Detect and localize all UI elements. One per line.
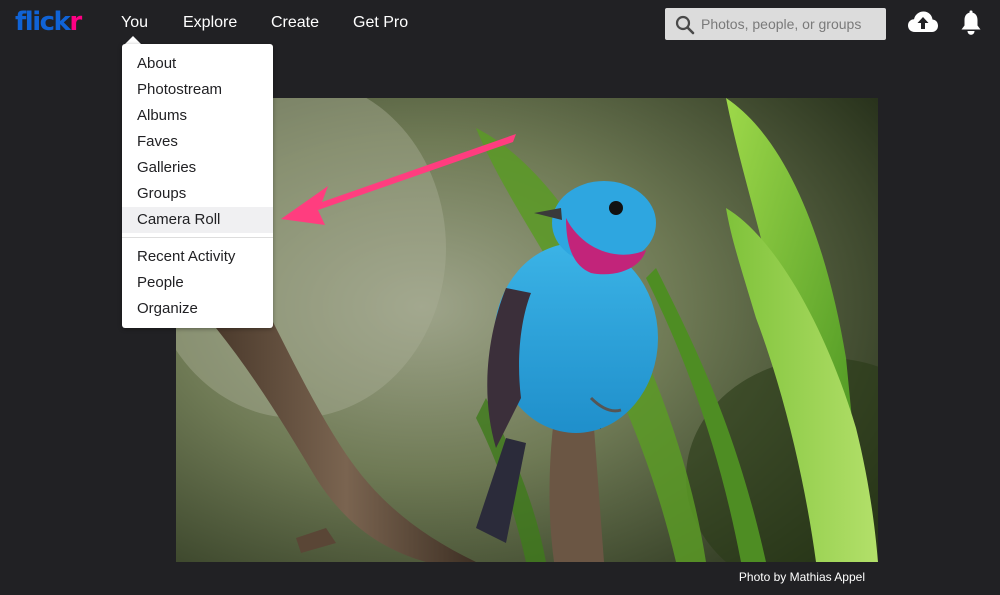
search-box[interactable] — [665, 8, 886, 40]
menu-item-faves[interactable]: Faves — [122, 129, 273, 155]
menu-item-people[interactable]: People — [122, 270, 273, 296]
nav-get-pro[interactable]: Get Pro — [353, 14, 408, 32]
menu-item-galleries[interactable]: Galleries — [122, 155, 273, 181]
nav-create[interactable]: Create — [271, 14, 319, 32]
logo-text-accent: r — [69, 7, 82, 37]
menu-caret — [125, 36, 141, 44]
menu-divider — [122, 237, 273, 238]
cloud-upload-icon[interactable] — [907, 10, 939, 36]
main-photo[interactable] — [176, 98, 878, 562]
search-icon — [675, 15, 695, 35]
menu-item-photostream[interactable]: Photostream — [122, 77, 273, 103]
nav-you[interactable]: You — [121, 14, 148, 32]
menu-item-albums[interactable]: Albums — [122, 103, 273, 129]
logo-text-main: flick — [15, 7, 71, 37]
search-input[interactable] — [701, 8, 881, 40]
top-bar: flickr You Explore Create Get Pro — [0, 0, 1000, 48]
menu-item-recent-activity[interactable]: Recent Activity — [122, 244, 273, 270]
you-dropdown-menu: About Photostream Albums Faves Galleries… — [122, 44, 273, 328]
menu-item-about[interactable]: About — [122, 51, 273, 77]
bell-icon[interactable] — [960, 10, 982, 36]
menu-item-groups[interactable]: Groups — [122, 181, 273, 207]
photo-credit: Photo by Mathias Appel — [738, 570, 865, 584]
nav-explore[interactable]: Explore — [183, 14, 237, 32]
bird-photo-illustration — [176, 98, 878, 562]
menu-item-organize[interactable]: Organize — [122, 296, 273, 322]
flickr-logo[interactable]: flickr — [15, 7, 82, 37]
menu-item-camera-roll[interactable]: Camera Roll — [122, 207, 273, 233]
